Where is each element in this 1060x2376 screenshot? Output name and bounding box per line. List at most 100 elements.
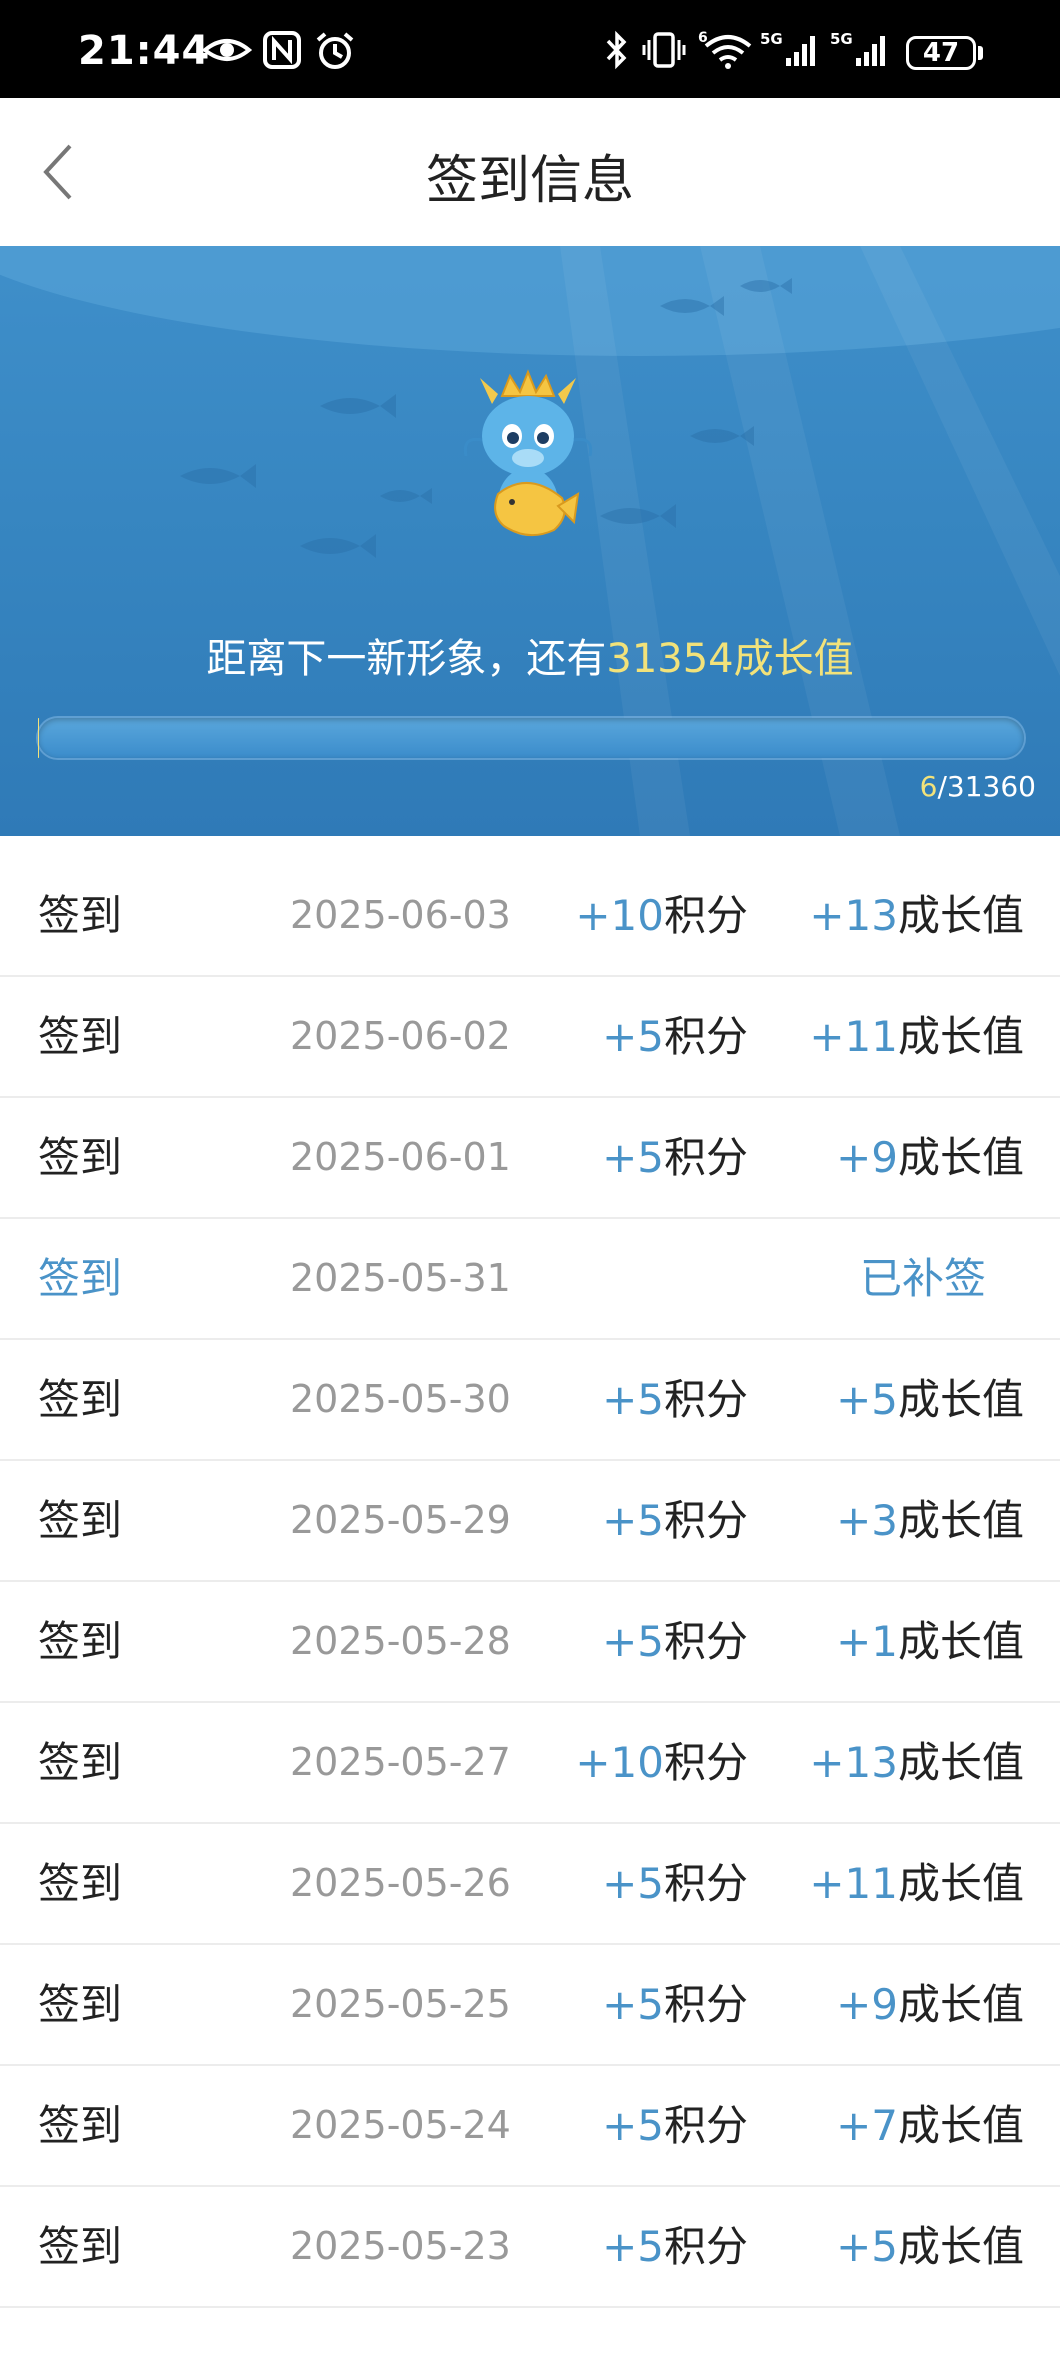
points-unit: 积分 [663,2222,748,2271]
growth-unit: 成长值 [897,1617,1024,1666]
points-value: +5 [602,1012,664,1061]
growth-progress-bar [38,718,1024,758]
points-unit: 积分 [663,1617,748,1666]
checkin-date: 2025-06-03 [290,893,511,937]
growth-progress-count: 6/31360 [920,770,1036,803]
points-unit: 积分 [663,1859,748,1908]
points-value: +5 [602,2101,664,2150]
bluetooth-icon [606,30,627,70]
points-value: +10 [575,891,664,940]
progress-current: 6 [919,770,938,803]
checkin-date: 2025-06-01 [290,1135,511,1179]
points-earned: +5积分 [602,1461,748,1580]
points-value: +5 [602,1375,664,1424]
growth-unit: 成长值 [897,1133,1024,1182]
growth-earned: +11成长值 [809,1824,1024,1943]
growth-value: +9 [836,1133,898,1182]
checkin-row: 签到 2025-05-23 +5 积分 +5成长值 [0,2187,1060,2308]
checkin-date: 2025-05-23 [290,2224,511,2268]
svg-text:5G: 5G [760,30,783,48]
points-earned: +5积分 [602,1582,748,1701]
signal-5g-icon: 5G [760,30,815,66]
svg-text:5G: 5G [830,30,853,48]
growth-unit: 成长值 [897,1859,1024,1908]
remaining-growth: 31354成长值 [606,636,854,682]
signal-5g-2-icon: 5G [830,30,885,66]
growth-banner: 距离下一新形象，还有31354成长值 6/31360 [0,246,1060,836]
checkin-row: 签到 2025-05-29 +5积分 +3成长值 [0,1461,1060,1582]
status-bar: 21:44 6 5G 5G 47 [0,0,1060,98]
growth-earned: +5成长值 [836,1340,1024,1459]
battery-level: 47 [922,38,960,68]
nav-header: 签到信息 [0,98,1060,246]
growth-value: +9 [836,1980,898,2029]
growth-unit: 成长值 [897,1496,1024,1545]
growth-earned: +1成长值 [836,1582,1024,1701]
checkin-label: 签到 [38,1133,123,1182]
checkin-label: 签到 [38,1012,123,1061]
checkin-label: 签到 [38,891,123,940]
growth-value: +11 [809,1012,898,1061]
points-earned: +5积分 [602,1945,748,2064]
points-unit: 积分 [663,1375,748,1424]
checkin-record-list: 签到 2025-06-03 +10积分 +13成长值 签到 2025-06-02 +5积分 +… [0,856,1060,2308]
growth-earned: +3成长值 [836,1461,1024,1580]
checkin-date: 2025-05-30 [290,1377,511,1421]
growth-earned: +5成长值 [836,2187,1024,2306]
growth-value: +11 [809,1859,898,1908]
points-value: +5 [602,1859,664,1908]
checkin-row: 签到 2025-05-30 +5积分 +5成长值 [0,1340,1060,1461]
points-earned: +5积分 [602,977,748,1096]
growth-unit: 成长值 [897,2101,1024,2150]
growth-value: +7 [836,2101,898,2150]
points-value: +5 [602,1133,664,1182]
checkin-row: 签到 2025-05-26 +5积分 +11成长值 [0,1824,1060,1945]
growth-value: +5 [836,1375,898,1424]
checkin-label: 签到 [38,1980,123,2029]
growth-unit: 成长值 [897,2222,1024,2271]
checkin-row: 签到 2025-05-25 +5积分 +9成长值 [0,1945,1060,2066]
checkin-label: 签到 [38,2222,123,2271]
points-unit: 积分 [663,1012,748,1061]
checkin-label: 签到 [38,1496,123,1545]
growth-value: +13 [809,891,898,940]
alarm-icon [316,32,354,69]
next-image-prefix: 距离下一新形象，还有 [206,636,607,682]
points-value: +5 [602,1496,664,1545]
page-title: 签到信息 [425,151,634,211]
points-earned: +10积分 [575,856,748,975]
svg-text:6: 6 [698,30,708,46]
next-image-message: 距离下一新形象，还有31354成长值 [0,626,1060,684]
vibrate-icon [642,32,686,68]
points-unit: 积分 [663,1496,748,1545]
growth-unit: 成长值 [897,891,1024,940]
growth-earned: +13成长值 [809,1703,1024,1822]
points-value: +5 [602,1617,664,1666]
checkin-label: 签到 [38,1375,123,1424]
checkin-label: 签到 [38,1617,123,1666]
dragon-mascot-icon [463,369,593,537]
checkin-date: 2025-05-31 [290,1256,511,1300]
points-unit: 积分 [663,1738,748,1787]
points-unit: 积分 [663,2101,748,2150]
growth-value: +1 [836,1617,898,1666]
growth-unit: 成长值 [897,1738,1024,1787]
progress-separator: / [937,770,947,803]
growth-value: +5 [836,2222,898,2271]
points-earned: +5积分 [602,2066,748,2185]
checkin-label: 签到 [38,1254,123,1303]
checkin-row: 签到 2025-05-28 +5积分 +1成长值 [0,1582,1060,1703]
makeup-status: 已补签 [859,1254,986,1303]
points-value: +10 [575,1738,664,1787]
growth-value: +3 [836,1496,898,1545]
checkin-row: 签到 2025-06-01 +5积分 +9成长值 [0,1098,1060,1219]
growth-earned: +9成长值 [836,1945,1024,2064]
points-earned: +5积分 [602,1098,748,1217]
growth-value: +13 [809,1738,898,1787]
growth-earned: +7成长值 [836,2066,1024,2185]
checkin-row: 签到 2025-05-31 已补签 [0,1219,1060,1340]
points-value: +5 [602,1980,664,2029]
points-unit: 积分 [663,891,748,940]
checkin-row: 签到 2025-06-02 +5积分 +11成长值 [0,977,1060,1098]
wifi-icon: 6 [698,30,752,69]
